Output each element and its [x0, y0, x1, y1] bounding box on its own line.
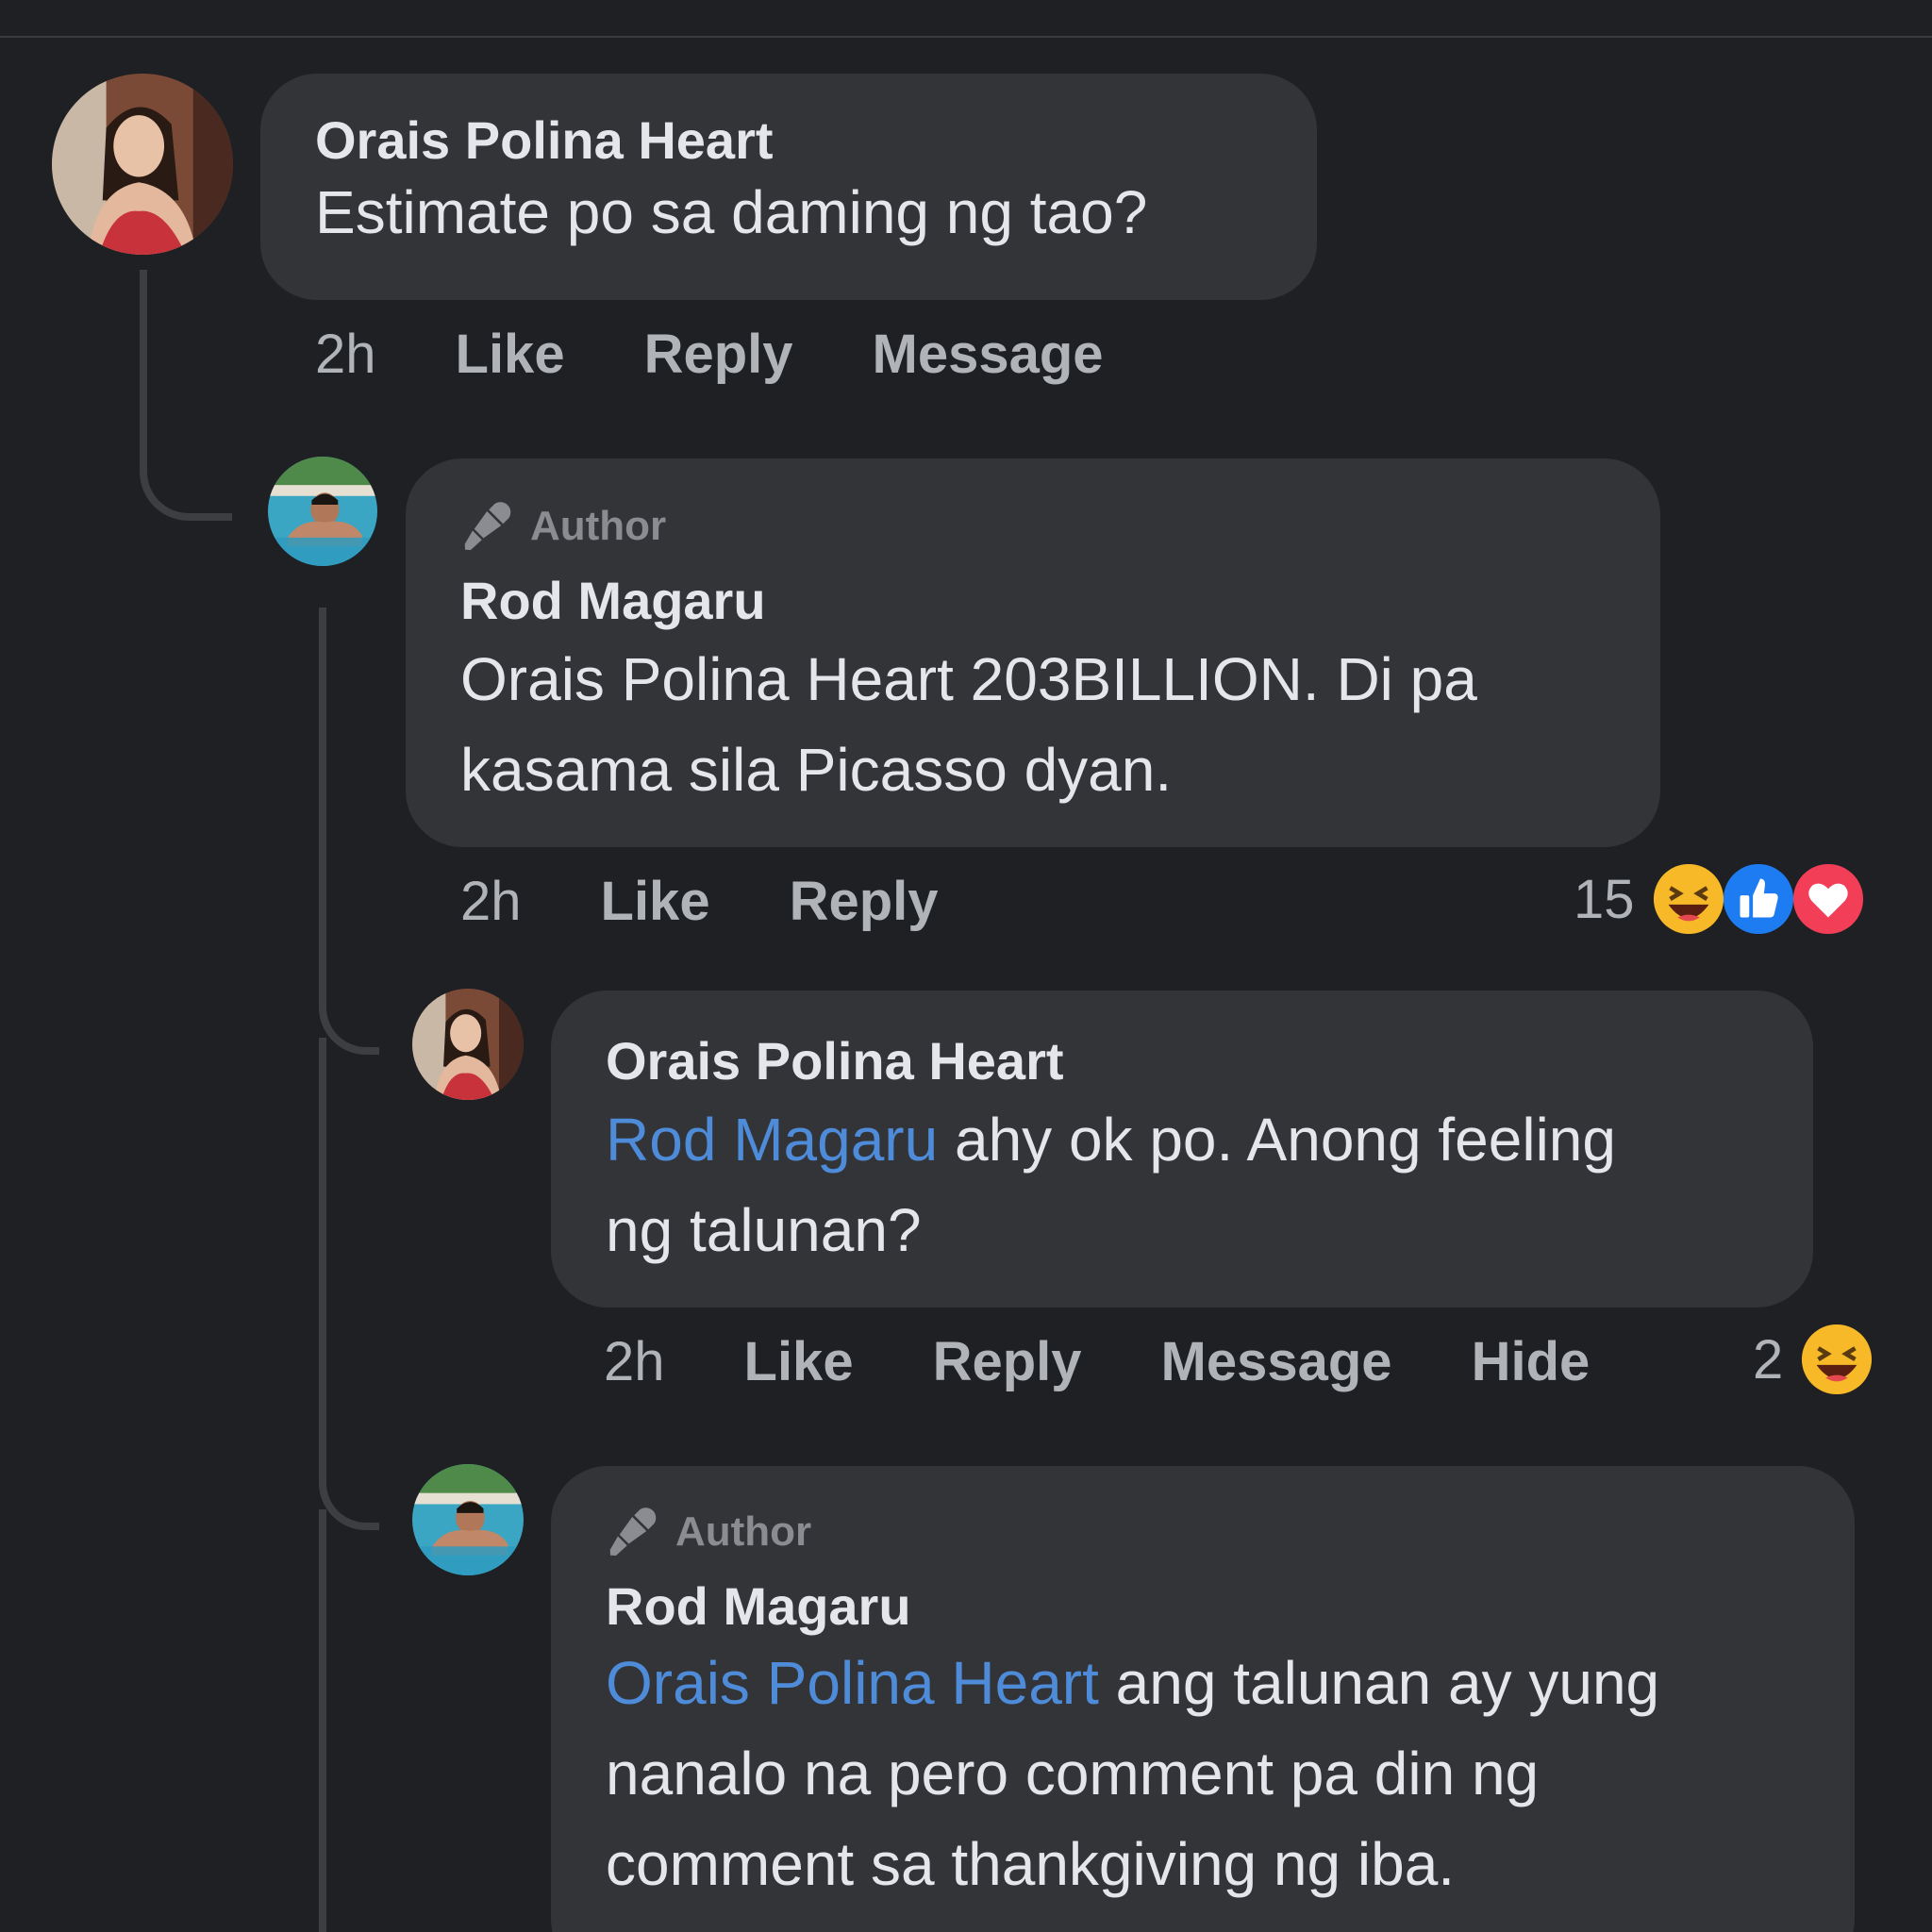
like-icon — [1722, 862, 1795, 936]
comment-text-line: ng talunan? — [606, 1196, 922, 1264]
avatar-orais-polina-heart[interactable] — [412, 989, 524, 1100]
comment-actions: 2h Like Reply Message — [315, 323, 1104, 386]
microphone-icon — [464, 502, 511, 550]
comment-text-line: kasama sila Picasso dyan. — [460, 736, 1173, 804]
reaction-summary[interactable]: 2 — [1753, 1323, 1874, 1396]
author-badge-label: Author — [675, 1508, 812, 1555]
comment-bubble: Orais Polina Heart Rod Magaru ahy ok po.… — [551, 991, 1813, 1307]
reply-button[interactable]: Reply — [644, 323, 793, 386]
reaction-count: 15 — [1574, 868, 1635, 930]
haha-icon — [1800, 1323, 1874, 1396]
comment-text-line: comment sa thankgiving ng iba. — [606, 1830, 1456, 1898]
comment-bubble: Author Rod Magaru Orais Polina Heart ang… — [551, 1466, 1855, 1932]
avatar-photo-man-pool — [412, 1464, 524, 1575]
comment-timestamp[interactable]: 2h — [460, 870, 522, 933]
thread-line — [319, 608, 379, 1055]
comment-actions: 2h Like Reply — [460, 870, 939, 933]
reaction-count: 2 — [1753, 1328, 1784, 1391]
message-button[interactable]: Message — [1161, 1330, 1392, 1393]
reply-button[interactable]: Reply — [790, 870, 939, 933]
comment-text-line: Orais Polina Heart 203BILLION. Di pa — [460, 645, 1477, 713]
reaction-summary[interactable]: 15 — [1574, 862, 1865, 936]
comment-author-name[interactable]: Orais Polina Heart — [315, 109, 774, 171]
comment-text: Estimate po sa daming ng tao? — [315, 178, 1148, 246]
comment-timestamp[interactable]: 2h — [604, 1330, 665, 1393]
hide-button[interactable]: Hide — [1472, 1330, 1591, 1393]
love-icon — [1791, 862, 1865, 936]
avatar-photo-man-pool — [268, 457, 377, 566]
like-button[interactable]: Like — [601, 870, 710, 933]
avatar-photo-woman — [52, 74, 233, 255]
author-badge: Author — [606, 1504, 811, 1560]
like-button[interactable]: Like — [456, 323, 565, 386]
mention-link[interactable]: Orais Polina Heart — [606, 1649, 1099, 1717]
mention-link[interactable]: Rod Magaru — [606, 1106, 938, 1174]
comments-thread: Orais Polina Heart Estimate po sa daming… — [0, 0, 1932, 1932]
microphone-icon — [609, 1507, 657, 1556]
comment-text-line: Rod Magaru ahy ok po. Anong feeling — [606, 1094, 1616, 1185]
comment-author-name[interactable]: Orais Polina Heart — [606, 1030, 1064, 1091]
avatar-rod-magaru[interactable] — [268, 457, 377, 566]
message-button[interactable]: Message — [873, 323, 1104, 386]
thread-line — [319, 1509, 326, 1932]
comment-author-name[interactable]: Rod Magaru — [460, 570, 766, 631]
comment-text: ang talunan ay yung — [1098, 1649, 1660, 1717]
avatar-orais-polina-heart[interactable] — [52, 74, 233, 255]
comment-text-line: Orais Polina Heart ang talunan ay yung — [606, 1638, 1659, 1728]
top-divider — [0, 36, 1932, 38]
comment-bubble: Author Rod Magaru Orais Polina Heart 203… — [406, 458, 1660, 847]
like-button[interactable]: Like — [744, 1330, 854, 1393]
reply-button[interactable]: Reply — [933, 1330, 1082, 1393]
comment-bubble: Orais Polina Heart Estimate po sa daming… — [260, 74, 1317, 300]
avatar-rod-magaru[interactable] — [412, 1464, 524, 1575]
avatar-photo-woman — [412, 989, 524, 1100]
thread-line — [319, 1038, 379, 1530]
author-badge: Author — [460, 498, 666, 555]
author-badge-label: Author — [530, 503, 667, 549]
comment-actions: 2h Like Reply Message Hide — [604, 1330, 1590, 1393]
comment-timestamp[interactable]: 2h — [315, 323, 376, 386]
haha-icon — [1652, 862, 1725, 936]
comment-text-line: nanalo na pero comment pa din ng — [606, 1740, 1540, 1807]
comment-text: ahy ok po. Anong feeling — [938, 1106, 1616, 1174]
thread-line — [140, 270, 232, 521]
comment-author-name[interactable]: Rod Magaru — [606, 1575, 911, 1637]
